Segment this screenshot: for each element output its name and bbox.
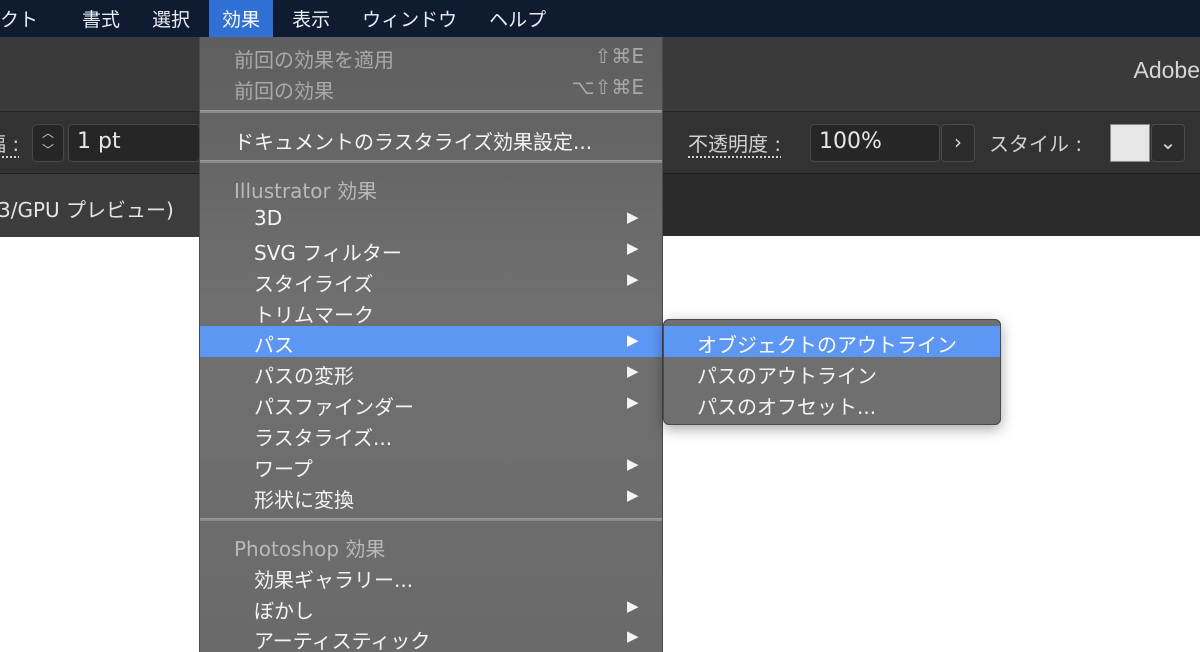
chevron-up-icon[interactable]: ︿	[33, 125, 63, 142]
submenu-arrow-icon: ▶	[627, 486, 639, 504]
menu-item-last-effect: 前回の効果 ⌥⇧⌘E	[234, 75, 644, 103]
submenu-arrow-icon: ▶	[627, 331, 639, 349]
submenu-arrow-icon: ▶	[627, 597, 639, 615]
menu-separator	[200, 160, 662, 163]
menu-window[interactable]: ウィンドウ	[349, 0, 470, 37]
submenu-arrow-icon: ▶	[627, 455, 639, 473]
menu-item-rasterize[interactable]: ラスタライズ...	[200, 419, 662, 450]
shortcut-label: ⌥⇧⌘E	[571, 75, 644, 99]
menu-item-warp[interactable]: ワープ ▶	[200, 450, 662, 481]
shortcut-label: ⇧⌘E	[594, 44, 644, 68]
menu-select[interactable]: 選択	[139, 0, 203, 37]
menu-item-pathfinder[interactable]: パスファインダー ▶	[200, 388, 662, 419]
menu-separator	[200, 110, 662, 113]
effect-menu: 前回の効果を適用 ⇧⌘E 前回の効果 ⌥⇧⌘E ドキュメントのラスタライズ効果設…	[199, 37, 663, 652]
path-submenu: オブジェクトのアウトライン パスのアウトライン パスのオフセット...	[663, 319, 1001, 425]
style-dropdown-button[interactable]: ⌄	[1151, 124, 1185, 162]
menu-item-apply-last-effect: 前回の効果を適用 ⇧⌘E	[234, 44, 644, 72]
chevron-down-icon: ⌄	[1159, 130, 1177, 154]
submenu-arrow-icon: ▶	[627, 627, 639, 645]
menu-item-document-raster-settings[interactable]: ドキュメントのラスタライズ効果設定...	[200, 123, 662, 154]
submenu-arrow-icon: ▶	[627, 208, 639, 226]
menu-item-stylize[interactable]: スタイライズ ▶	[200, 265, 662, 296]
stroke-label: 幅 :	[0, 132, 20, 156]
submenu-arrow-icon: ▶	[627, 362, 639, 380]
menu-section-illustrator: Illustrator 効果	[234, 179, 378, 203]
submenu-item-offset-path[interactable]: パスのオフセット...	[664, 388, 1000, 419]
app-brand: Adobe	[1133, 57, 1200, 83]
menu-view[interactable]: 表示	[279, 0, 343, 37]
menu-object[interactable]: クト	[0, 0, 51, 37]
submenu-arrow-icon: ▶	[627, 393, 639, 411]
menu-help[interactable]: ヘルプ	[476, 0, 559, 37]
menu-item-blur[interactable]: ぼかし ▶	[200, 592, 662, 623]
document-tab[interactable]: 3/GPU プレビュー)	[0, 174, 200, 237]
menu-effect[interactable]: 効果	[209, 0, 274, 37]
style-label: スタイル :	[989, 132, 1083, 156]
menu-item-path[interactable]: パス ▶	[200, 326, 662, 357]
menu-type[interactable]: 書式	[69, 0, 133, 37]
submenu-item-outline-object[interactable]: オブジェクトのアウトライン	[664, 326, 1000, 357]
menu-section-photoshop: Photoshop 効果	[234, 537, 386, 561]
stroke-weight-input[interactable]: 1 pt	[68, 124, 200, 162]
submenu-arrow-icon: ▶	[627, 239, 639, 257]
menu-bar: クト 書式 選択 効果 表示 ウィンドウ ヘルプ	[0, 0, 1200, 37]
menu-item-artistic[interactable]: アーティスティック ▶	[200, 622, 662, 652]
menu-item-distort-transform[interactable]: パスの変形 ▶	[200, 357, 662, 388]
menu-item-3d[interactable]: 3D ▶	[200, 203, 662, 234]
opacity-label[interactable]: 不透明度 :	[688, 128, 781, 157]
opacity-input[interactable]: 100%	[810, 124, 940, 162]
menu-item-effect-gallery[interactable]: 効果ギャラリー...	[200, 561, 662, 592]
submenu-arrow-icon: ▶	[627, 270, 639, 288]
opacity-arrow-button[interactable]: ›	[941, 124, 975, 162]
document-tab-title: 3/GPU プレビュー)	[0, 198, 174, 222]
stroke-stepper[interactable]: ︿ ﹀	[32, 124, 64, 162]
graphic-style-swatch[interactable]	[1110, 124, 1150, 162]
submenu-item-outline-stroke[interactable]: パスのアウトライン	[664, 357, 1000, 388]
chevron-down-icon[interactable]: ﹀	[33, 142, 63, 159]
menu-item-svg-filter[interactable]: SVG フィルター ▶	[200, 234, 662, 265]
menu-separator	[200, 518, 662, 521]
menu-item-convert-to-shape[interactable]: 形状に変換 ▶	[200, 481, 662, 512]
menu-item-trim-marks[interactable]: トリムマーク	[200, 296, 662, 327]
